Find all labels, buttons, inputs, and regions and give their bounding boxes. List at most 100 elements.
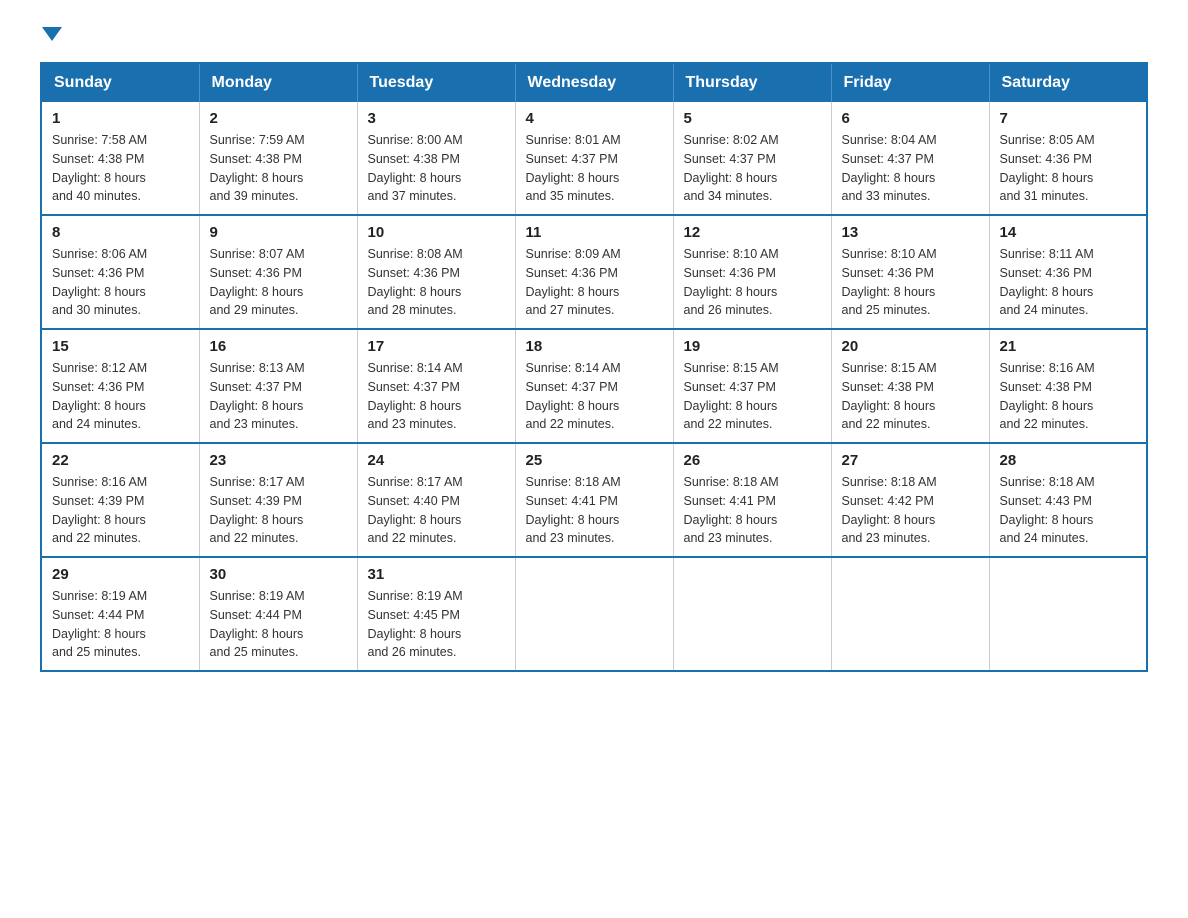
calendar-day-cell: 2 Sunrise: 7:59 AM Sunset: 4:38 PM Dayli… xyxy=(199,102,357,215)
calendar-header-sunday: Sunday xyxy=(41,63,199,102)
calendar-week-row: 8 Sunrise: 8:06 AM Sunset: 4:36 PM Dayli… xyxy=(41,215,1147,329)
day-number: 18 xyxy=(526,338,663,355)
day-info: Sunrise: 8:16 AM Sunset: 4:39 PM Dayligh… xyxy=(52,473,189,548)
day-number: 28 xyxy=(1000,452,1137,469)
calendar-day-cell: 31 Sunrise: 8:19 AM Sunset: 4:45 PM Dayl… xyxy=(357,557,515,671)
day-info: Sunrise: 8:17 AM Sunset: 4:39 PM Dayligh… xyxy=(210,473,347,548)
page-header xyxy=(40,30,1148,44)
calendar-header-friday: Friday xyxy=(831,63,989,102)
day-info: Sunrise: 8:01 AM Sunset: 4:37 PM Dayligh… xyxy=(526,131,663,206)
calendar-header-saturday: Saturday xyxy=(989,63,1147,102)
calendar-day-cell: 19 Sunrise: 8:15 AM Sunset: 4:37 PM Dayl… xyxy=(673,329,831,443)
day-info: Sunrise: 8:18 AM Sunset: 4:43 PM Dayligh… xyxy=(1000,473,1137,548)
day-info: Sunrise: 8:13 AM Sunset: 4:37 PM Dayligh… xyxy=(210,359,347,434)
day-number: 24 xyxy=(368,452,505,469)
calendar-day-cell: 5 Sunrise: 8:02 AM Sunset: 4:37 PM Dayli… xyxy=(673,102,831,215)
calendar-week-row: 15 Sunrise: 8:12 AM Sunset: 4:36 PM Dayl… xyxy=(41,329,1147,443)
calendar-week-row: 1 Sunrise: 7:58 AM Sunset: 4:38 PM Dayli… xyxy=(41,102,1147,215)
calendar-day-cell: 8 Sunrise: 8:06 AM Sunset: 4:36 PM Dayli… xyxy=(41,215,199,329)
calendar-day-cell: 4 Sunrise: 8:01 AM Sunset: 4:37 PM Dayli… xyxy=(515,102,673,215)
calendar-header-row: SundayMondayTuesdayWednesdayThursdayFrid… xyxy=(41,63,1147,102)
day-number: 31 xyxy=(368,566,505,583)
day-info: Sunrise: 8:19 AM Sunset: 4:44 PM Dayligh… xyxy=(52,587,189,662)
day-number: 20 xyxy=(842,338,979,355)
day-number: 7 xyxy=(1000,110,1137,127)
day-info: Sunrise: 8:14 AM Sunset: 4:37 PM Dayligh… xyxy=(368,359,505,434)
day-number: 30 xyxy=(210,566,347,583)
day-number: 27 xyxy=(842,452,979,469)
calendar-header-thursday: Thursday xyxy=(673,63,831,102)
calendar-day-cell xyxy=(831,557,989,671)
calendar-day-cell: 27 Sunrise: 8:18 AM Sunset: 4:42 PM Dayl… xyxy=(831,443,989,557)
day-info: Sunrise: 8:17 AM Sunset: 4:40 PM Dayligh… xyxy=(368,473,505,548)
calendar-day-cell: 3 Sunrise: 8:00 AM Sunset: 4:38 PM Dayli… xyxy=(357,102,515,215)
day-info: Sunrise: 8:10 AM Sunset: 4:36 PM Dayligh… xyxy=(684,245,821,320)
day-info: Sunrise: 8:02 AM Sunset: 4:37 PM Dayligh… xyxy=(684,131,821,206)
calendar-header-wednesday: Wednesday xyxy=(515,63,673,102)
day-info: Sunrise: 8:19 AM Sunset: 4:44 PM Dayligh… xyxy=(210,587,347,662)
calendar-day-cell: 11 Sunrise: 8:09 AM Sunset: 4:36 PM Dayl… xyxy=(515,215,673,329)
day-info: Sunrise: 8:06 AM Sunset: 4:36 PM Dayligh… xyxy=(52,245,189,320)
day-number: 29 xyxy=(52,566,189,583)
day-number: 2 xyxy=(210,110,347,127)
calendar-day-cell: 20 Sunrise: 8:15 AM Sunset: 4:38 PM Dayl… xyxy=(831,329,989,443)
calendar-day-cell: 26 Sunrise: 8:18 AM Sunset: 4:41 PM Dayl… xyxy=(673,443,831,557)
day-info: Sunrise: 8:18 AM Sunset: 4:42 PM Dayligh… xyxy=(842,473,979,548)
day-info: Sunrise: 8:05 AM Sunset: 4:36 PM Dayligh… xyxy=(1000,131,1137,206)
day-number: 25 xyxy=(526,452,663,469)
day-info: Sunrise: 8:18 AM Sunset: 4:41 PM Dayligh… xyxy=(526,473,663,548)
day-info: Sunrise: 8:11 AM Sunset: 4:36 PM Dayligh… xyxy=(1000,245,1137,320)
day-info: Sunrise: 8:19 AM Sunset: 4:45 PM Dayligh… xyxy=(368,587,505,662)
calendar-day-cell: 22 Sunrise: 8:16 AM Sunset: 4:39 PM Dayl… xyxy=(41,443,199,557)
calendar-day-cell: 30 Sunrise: 8:19 AM Sunset: 4:44 PM Dayl… xyxy=(199,557,357,671)
day-info: Sunrise: 8:00 AM Sunset: 4:38 PM Dayligh… xyxy=(368,131,505,206)
calendar-header-monday: Monday xyxy=(199,63,357,102)
day-info: Sunrise: 8:08 AM Sunset: 4:36 PM Dayligh… xyxy=(368,245,505,320)
day-number: 4 xyxy=(526,110,663,127)
day-number: 3 xyxy=(368,110,505,127)
logo xyxy=(40,30,62,44)
day-info: Sunrise: 8:09 AM Sunset: 4:36 PM Dayligh… xyxy=(526,245,663,320)
calendar-day-cell xyxy=(673,557,831,671)
calendar-week-row: 29 Sunrise: 8:19 AM Sunset: 4:44 PM Dayl… xyxy=(41,557,1147,671)
day-info: Sunrise: 8:12 AM Sunset: 4:36 PM Dayligh… xyxy=(52,359,189,434)
day-number: 11 xyxy=(526,224,663,241)
day-info: Sunrise: 7:59 AM Sunset: 4:38 PM Dayligh… xyxy=(210,131,347,206)
logo-triangle-icon xyxy=(42,27,62,41)
calendar-day-cell: 1 Sunrise: 7:58 AM Sunset: 4:38 PM Dayli… xyxy=(41,102,199,215)
day-info: Sunrise: 8:07 AM Sunset: 4:36 PM Dayligh… xyxy=(210,245,347,320)
day-number: 19 xyxy=(684,338,821,355)
calendar-day-cell: 24 Sunrise: 8:17 AM Sunset: 4:40 PM Dayl… xyxy=(357,443,515,557)
calendar-day-cell: 18 Sunrise: 8:14 AM Sunset: 4:37 PM Dayl… xyxy=(515,329,673,443)
day-number: 6 xyxy=(842,110,979,127)
day-info: Sunrise: 8:10 AM Sunset: 4:36 PM Dayligh… xyxy=(842,245,979,320)
day-number: 9 xyxy=(210,224,347,241)
calendar-day-cell: 29 Sunrise: 8:19 AM Sunset: 4:44 PM Dayl… xyxy=(41,557,199,671)
calendar-day-cell: 23 Sunrise: 8:17 AM Sunset: 4:39 PM Dayl… xyxy=(199,443,357,557)
calendar-day-cell: 12 Sunrise: 8:10 AM Sunset: 4:36 PM Dayl… xyxy=(673,215,831,329)
day-number: 22 xyxy=(52,452,189,469)
day-info: Sunrise: 8:18 AM Sunset: 4:41 PM Dayligh… xyxy=(684,473,821,548)
day-number: 14 xyxy=(1000,224,1137,241)
day-number: 21 xyxy=(1000,338,1137,355)
day-info: Sunrise: 8:15 AM Sunset: 4:37 PM Dayligh… xyxy=(684,359,821,434)
day-number: 16 xyxy=(210,338,347,355)
calendar-day-cell xyxy=(515,557,673,671)
day-info: Sunrise: 8:16 AM Sunset: 4:38 PM Dayligh… xyxy=(1000,359,1137,434)
calendar-day-cell: 17 Sunrise: 8:14 AM Sunset: 4:37 PM Dayl… xyxy=(357,329,515,443)
day-info: Sunrise: 8:14 AM Sunset: 4:37 PM Dayligh… xyxy=(526,359,663,434)
day-number: 1 xyxy=(52,110,189,127)
calendar-table: SundayMondayTuesdayWednesdayThursdayFrid… xyxy=(40,62,1148,672)
calendar-week-row: 22 Sunrise: 8:16 AM Sunset: 4:39 PM Dayl… xyxy=(41,443,1147,557)
day-number: 26 xyxy=(684,452,821,469)
calendar-day-cell: 25 Sunrise: 8:18 AM Sunset: 4:41 PM Dayl… xyxy=(515,443,673,557)
calendar-day-cell: 15 Sunrise: 8:12 AM Sunset: 4:36 PM Dayl… xyxy=(41,329,199,443)
day-info: Sunrise: 7:58 AM Sunset: 4:38 PM Dayligh… xyxy=(52,131,189,206)
calendar-day-cell: 14 Sunrise: 8:11 AM Sunset: 4:36 PM Dayl… xyxy=(989,215,1147,329)
calendar-day-cell: 16 Sunrise: 8:13 AM Sunset: 4:37 PM Dayl… xyxy=(199,329,357,443)
calendar-day-cell: 21 Sunrise: 8:16 AM Sunset: 4:38 PM Dayl… xyxy=(989,329,1147,443)
day-number: 23 xyxy=(210,452,347,469)
calendar-day-cell xyxy=(989,557,1147,671)
calendar-header-tuesday: Tuesday xyxy=(357,63,515,102)
day-number: 15 xyxy=(52,338,189,355)
